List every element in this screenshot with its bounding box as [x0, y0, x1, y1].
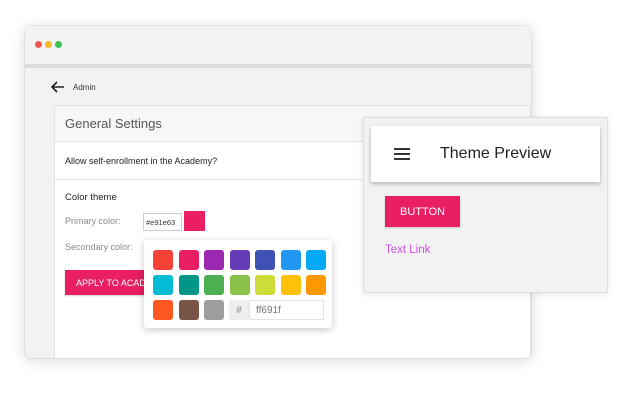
hamburger-menu-icon[interactable] [394, 148, 410, 160]
arrow-left-icon[interactable] [51, 81, 65, 93]
color-swatch[interactable] [255, 275, 275, 295]
primary-color-label: Primary color: [65, 216, 121, 226]
theme-preview-panel: Theme Preview BUTTON Text Link [363, 117, 608, 293]
color-theme-title: Color theme [65, 192, 117, 203]
color-swatch[interactable] [306, 250, 326, 270]
color-swatch[interactable] [280, 275, 301, 295]
color-swatch[interactable] [229, 250, 250, 270]
color-swatch[interactable] [204, 300, 224, 320]
color-swatch[interactable] [153, 300, 173, 320]
color-swatch[interactable] [229, 275, 250, 295]
color-swatch[interactable] [153, 250, 173, 270]
color-swatch[interactable] [280, 250, 301, 270]
close-window-dot[interactable] [35, 41, 42, 48]
primary-color-swatch[interactable] [184, 211, 205, 231]
preview-text-link[interactable]: Text Link [385, 244, 430, 256]
preview-app-bar: Theme Preview [371, 126, 600, 182]
primary-color-input[interactable]: #e91e63 [143, 213, 182, 231]
color-picker-popover: # [144, 240, 332, 328]
color-swatch[interactable] [204, 275, 224, 295]
title-bar [25, 26, 531, 62]
hex-hash-label: # [229, 300, 249, 320]
color-swatch[interactable] [178, 275, 199, 295]
apply-to-academy-button[interactable]: APPLY TO ACADEMY [65, 270, 151, 295]
back-nav[interactable]: Admin [51, 80, 96, 94]
hex-color-input[interactable] [249, 300, 324, 320]
maximize-window-dot[interactable] [55, 41, 62, 48]
preview-title: Theme Preview [440, 145, 552, 162]
color-swatch[interactable] [153, 275, 173, 295]
preview-button[interactable]: BUTTON [385, 196, 460, 227]
back-label[interactable]: Admin [73, 83, 96, 92]
color-swatch[interactable] [178, 300, 199, 320]
color-swatch[interactable] [255, 250, 275, 270]
color-swatch[interactable] [178, 250, 199, 270]
color-swatch[interactable] [204, 250, 224, 270]
color-swatch[interactable] [306, 275, 326, 295]
secondary-color-label: Secondary color: [65, 242, 133, 252]
minimize-window-dot[interactable] [45, 41, 52, 48]
